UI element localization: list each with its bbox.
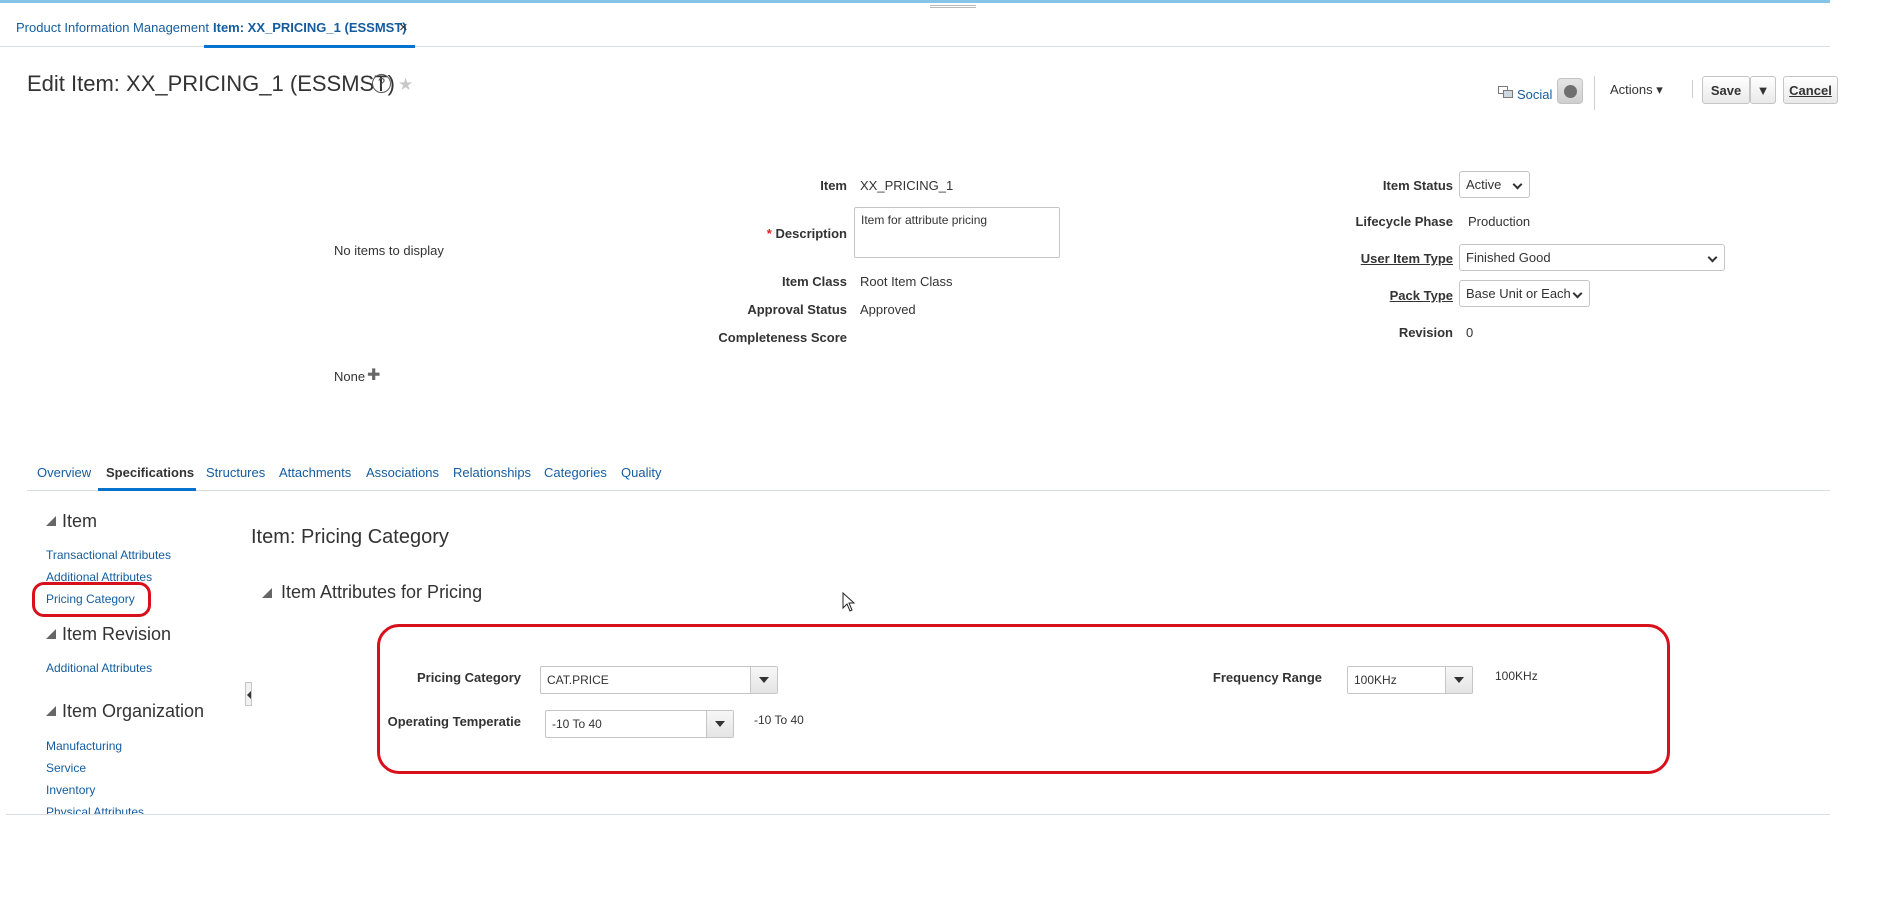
operating-temperature-label: Operating Temperatie <box>387 714 521 729</box>
tab-divider <box>27 490 1830 491</box>
collapse-triangle-icon[interactable] <box>46 706 56 716</box>
highlight-annotation <box>377 624 1670 774</box>
pack-type-select[interactable]: Base Unit or Each <box>1459 280 1590 307</box>
sidebar-clip: Physical Attributes <box>40 800 170 814</box>
pricing-category-combo[interactable]: CAT.PRICE <box>540 666 778 694</box>
frequency-range-value: 100KHz <box>1354 673 1397 687</box>
tab-categories[interactable]: Categories <box>544 465 607 480</box>
social-icon[interactable] <box>1498 86 1513 98</box>
highlight-annotation <box>32 582 151 617</box>
collapse-triangle-icon[interactable] <box>46 516 56 526</box>
description-textarea[interactable]: Item for attribute pricing <box>854 207 1060 258</box>
tab-relationships[interactable]: Relationships <box>453 465 531 480</box>
tab-product-information-management[interactable]: Product Information Management <box>16 20 209 35</box>
chevron-down-icon <box>1707 252 1718 263</box>
section-title: Item Attributes for Pricing <box>281 582 483 602</box>
globe-button[interactable] <box>1557 78 1583 104</box>
chevron-down-icon <box>1572 288 1583 299</box>
sidebar-link-transactional-attributes[interactable]: Transactional Attributes <box>46 548 171 562</box>
description-label-text: Description <box>775 226 847 241</box>
item-status-value: Active <box>1466 177 1502 192</box>
help-icon[interactable]: ? <box>372 74 391 93</box>
operating-temperature-display: -10 To 40 <box>754 713 804 727</box>
tab-overview[interactable]: Overview <box>37 465 91 480</box>
sidebar-link-manufacturing[interactable]: Manufacturing <box>46 739 122 753</box>
tab-associations[interactable]: Associations <box>366 465 439 480</box>
approval-status-value: Approved <box>860 302 916 317</box>
toolbar-divider <box>1692 80 1693 98</box>
close-tab-icon[interactable]: × <box>399 19 408 36</box>
frequency-range-combo[interactable]: 100KHz <box>1347 666 1473 694</box>
tab-attachments[interactable]: Attachments <box>279 465 351 480</box>
add-icon[interactable]: ✚ <box>367 365 380 385</box>
revision-label: Revision <box>1398 325 1453 340</box>
cancel-button[interactable]: Cancel <box>1783 76 1838 104</box>
tab-specifications[interactable]: Specifications <box>106 465 194 480</box>
required-indicator: * <box>766 226 772 241</box>
item-class-label: Item Class <box>781 274 847 289</box>
sidebar-link-inventory[interactable]: Inventory <box>46 783 95 797</box>
completeness-score-label: Completeness Score <box>718 330 847 345</box>
active-tab-indicator <box>98 488 196 491</box>
sidebar-head-item-organization: Item Organization <box>62 701 205 721</box>
sidebar-link-revision-additional-attributes[interactable]: Additional Attributes <box>46 661 152 675</box>
sidebar-link-service[interactable]: Service <box>46 761 86 775</box>
operating-temperature-value: -10 To 40 <box>552 717 602 731</box>
none-label: None <box>334 369 366 384</box>
user-item-type-value: Finished Good <box>1466 250 1551 265</box>
mouse-cursor-icon <box>842 592 855 612</box>
item-class-value: Root Item Class <box>860 274 953 289</box>
sidebar-head-item: Item <box>62 511 98 531</box>
favorite-star-icon[interactable]: ★ <box>398 75 413 95</box>
collapse-triangle-icon[interactable] <box>262 588 272 598</box>
sidebar-head-item-revision: Item Revision <box>62 624 172 644</box>
frequency-range-label: Frequency Range <box>1212 670 1322 685</box>
sidebar-link-physical-attributes[interactable]: Physical Attributes <box>46 805 144 814</box>
collapse-triangle-icon[interactable] <box>46 629 56 639</box>
dropdown-arrow-icon[interactable] <box>1445 667 1472 693</box>
approval-status-label: Approval Status <box>747 302 847 317</box>
active-tab-indicator <box>204 45 415 48</box>
lifecycle-phase-label: Lifecycle Phase <box>1355 214 1453 229</box>
dropdown-arrow-icon[interactable] <box>750 667 777 693</box>
lifecycle-phase-value: Production <box>1468 214 1531 229</box>
pricing-category-value: CAT.PRICE <box>547 673 609 687</box>
pack-type-label[interactable]: Pack Type <box>1300 288 1453 303</box>
pack-type-value: Base Unit or Each <box>1466 286 1571 301</box>
item-label: Item <box>820 178 847 193</box>
item-value: XX_PRICING_1 <box>860 178 954 193</box>
revision-value: 0 <box>1466 325 1474 340</box>
caret-down-icon: ▼ <box>1756 82 1770 98</box>
collapse-left-icon <box>247 691 251 699</box>
top-accent-bar <box>0 0 1830 3</box>
description-label: * Description <box>700 226 847 241</box>
page-title: Edit Item: XX_PRICING_1 (ESSMST) <box>27 71 395 96</box>
chevron-down-icon <box>1512 179 1523 190</box>
tab-quality[interactable]: Quality <box>621 465 661 480</box>
page-bottom-divider <box>6 814 1830 815</box>
no-items-text: No items to display <box>334 243 444 258</box>
item-status-label: Item Status <box>1382 178 1453 193</box>
content-title: Item: Pricing Category <box>251 526 449 548</box>
item-status-select[interactable]: Active <box>1459 171 1530 198</box>
operating-temperature-combo[interactable]: -10 To 40 <box>545 710 734 738</box>
user-item-type-select[interactable]: Finished Good <box>1459 244 1725 271</box>
actions-menu[interactable]: Actions ▾ <box>1610 82 1663 98</box>
social-link[interactable]: Social <box>1517 87 1552 102</box>
dropdown-arrow-icon[interactable] <box>706 711 733 737</box>
globe-icon <box>1564 85 1577 98</box>
resize-grip[interactable] <box>930 5 976 8</box>
user-item-type-label[interactable]: User Item Type <box>1300 251 1453 266</box>
toolbar-divider <box>1594 76 1595 110</box>
save-options-button[interactable]: ▼ <box>1750 76 1776 104</box>
panel-splitter[interactable] <box>245 682 252 706</box>
tab-structures[interactable]: Structures <box>206 465 265 480</box>
save-button[interactable]: Save <box>1702 76 1750 104</box>
tab-item-xx-pricing[interactable]: Item: XX_PRICING_1 (ESSMST) <box>213 20 407 35</box>
frequency-range-display: 100KHz <box>1495 669 1538 683</box>
pricing-category-label: Pricing Category <box>416 670 521 685</box>
